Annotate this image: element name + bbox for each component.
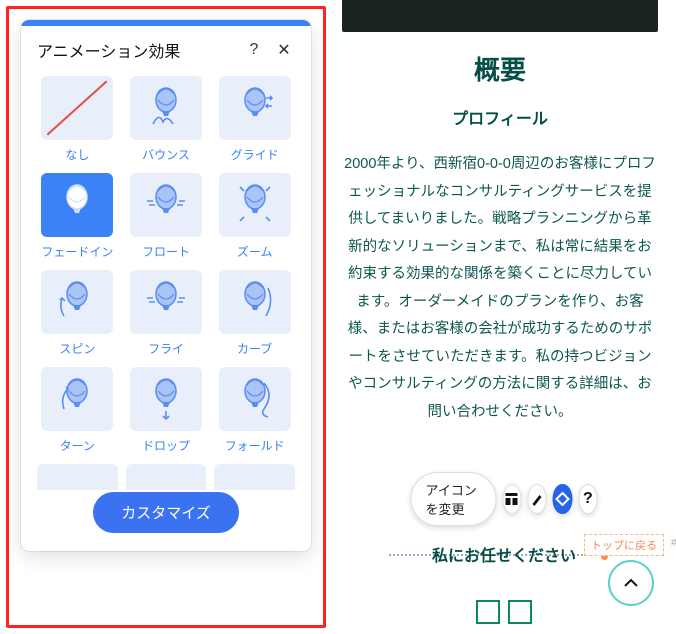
animation-tile-label: フロート: [142, 243, 190, 260]
animation-tile-button-curve[interactable]: [219, 270, 291, 334]
panel-title: アニメーション効果: [37, 38, 235, 62]
back-to-top-button[interactable]: [608, 560, 654, 606]
icon-placeholder[interactable]: [476, 600, 500, 624]
animation-tile-bounce: バウンス: [126, 76, 207, 163]
animation-tile-label: フェードイン: [41, 243, 113, 260]
balloon-icon: [145, 278, 187, 326]
animation-tile-label: ターン: [60, 437, 95, 454]
animation-button[interactable]: [553, 484, 572, 514]
balloon-icon: [56, 375, 98, 423]
page-preview: 概要 プロフィール 2000年より、西新宿0-0-0周辺のお客様にプロフェッショ…: [332, 0, 676, 634]
animation-tile-button-fold[interactable]: [219, 367, 291, 431]
animation-tile-label: ドロップ: [142, 437, 190, 454]
customize-row: カスタマイズ: [21, 486, 311, 551]
change-icon-button[interactable]: アイコンを変更: [411, 472, 497, 526]
hero-image: [342, 0, 658, 32]
animation-tile-label: カーブ: [237, 340, 272, 357]
animation-tile-fold: フォールド: [214, 367, 295, 454]
question-icon: ?: [583, 490, 593, 508]
back-to-top-label[interactable]: トップに戻る: [584, 534, 664, 556]
section-heading: 概要: [342, 50, 658, 87]
animation-tile-label: スピン: [59, 340, 95, 357]
animation-tile-button-fly[interactable]: [130, 270, 202, 334]
animation-tile-curve: カーブ: [214, 270, 295, 357]
animation-tile-fadein: フェードイン: [37, 173, 118, 260]
animation-tile-none: なし: [37, 76, 118, 163]
animation-tile-zoom: ズーム: [214, 173, 295, 260]
brush-icon: [530, 492, 544, 506]
animation-tile-label: なし: [65, 146, 89, 163]
animation-tile-label: フォールド: [225, 437, 285, 454]
customize-button[interactable]: カスタマイズ: [93, 492, 239, 533]
animation-panel-area: アニメーション効果 ? ✕ なし バウンス グライド フェードイン フロート: [0, 0, 332, 634]
close-button[interactable]: ✕: [273, 39, 295, 61]
none-icon: [47, 80, 108, 135]
balloon-icon: [234, 375, 276, 423]
diamond-icon: [555, 491, 571, 507]
balloon-icon: [234, 278, 276, 326]
balloon-icon: [145, 375, 187, 423]
animation-tile-spin: スピン: [37, 270, 118, 357]
animation-tile-label: フライ: [148, 340, 184, 357]
animation-grid: なし バウンス グライド フェードイン フロート ズーム スピン: [21, 76, 311, 464]
design-button[interactable]: [528, 484, 547, 514]
animation-tile-float: フロート: [126, 173, 207, 260]
content-section: 概要 プロフィール 2000年より、西新宿0-0-0周辺のお客様にプロフェッショ…: [342, 50, 658, 426]
animation-tile-button-none[interactable]: [41, 76, 113, 140]
balloon-icon: [56, 181, 98, 229]
animation-tile-label: グライド: [231, 146, 279, 163]
animation-tile-button-float[interactable]: [130, 173, 202, 237]
animation-tile-button-drop[interactable]: [130, 367, 202, 431]
balloon-icon: [234, 84, 276, 132]
section-body: 2000年より、西新宿0-0-0周辺のお客様にプロフェッショナルなコンサルティン…: [342, 151, 658, 426]
chevron-up-icon: [622, 574, 640, 592]
icon-placeholders: [476, 600, 532, 624]
balloon-icon: [234, 181, 276, 229]
section-subheading: プロフィール: [342, 105, 658, 129]
animation-tile-label: バウンス: [142, 146, 190, 163]
layout-button[interactable]: [502, 484, 521, 514]
animation-tile-drop: ドロップ: [126, 367, 207, 454]
layout-icon: [505, 492, 519, 506]
animation-tile-button-turn[interactable]: [41, 367, 113, 431]
animation-tile-button-glide[interactable]: [219, 76, 291, 140]
balloon-icon: [145, 84, 187, 132]
help-button[interactable]: ?: [243, 39, 265, 61]
animation-tile-glide: グライド: [214, 76, 295, 163]
element-toolbar: アイコンを変更 ?: [411, 472, 598, 526]
icon-placeholder[interactable]: [508, 600, 532, 624]
animation-tile-button-bounce[interactable]: [130, 76, 202, 140]
balloon-icon: [145, 181, 187, 229]
animation-tile-turn: ターン: [37, 367, 118, 454]
help-icon-button[interactable]: ?: [578, 484, 597, 514]
animation-tile-label: ズーム: [237, 243, 273, 260]
animation-tile-button-fadein[interactable]: [41, 173, 113, 237]
animation-tile-button-spin[interactable]: [41, 270, 113, 334]
panel-header: アニメーション効果 ? ✕: [21, 26, 311, 76]
animation-tile-fly: フライ: [126, 270, 207, 357]
balloon-icon: [56, 278, 98, 326]
animation-panel: アニメーション効果 ? ✕ なし バウンス グライド フェードイン フロート: [21, 20, 311, 551]
animation-tile-button-zoom[interactable]: [219, 173, 291, 237]
